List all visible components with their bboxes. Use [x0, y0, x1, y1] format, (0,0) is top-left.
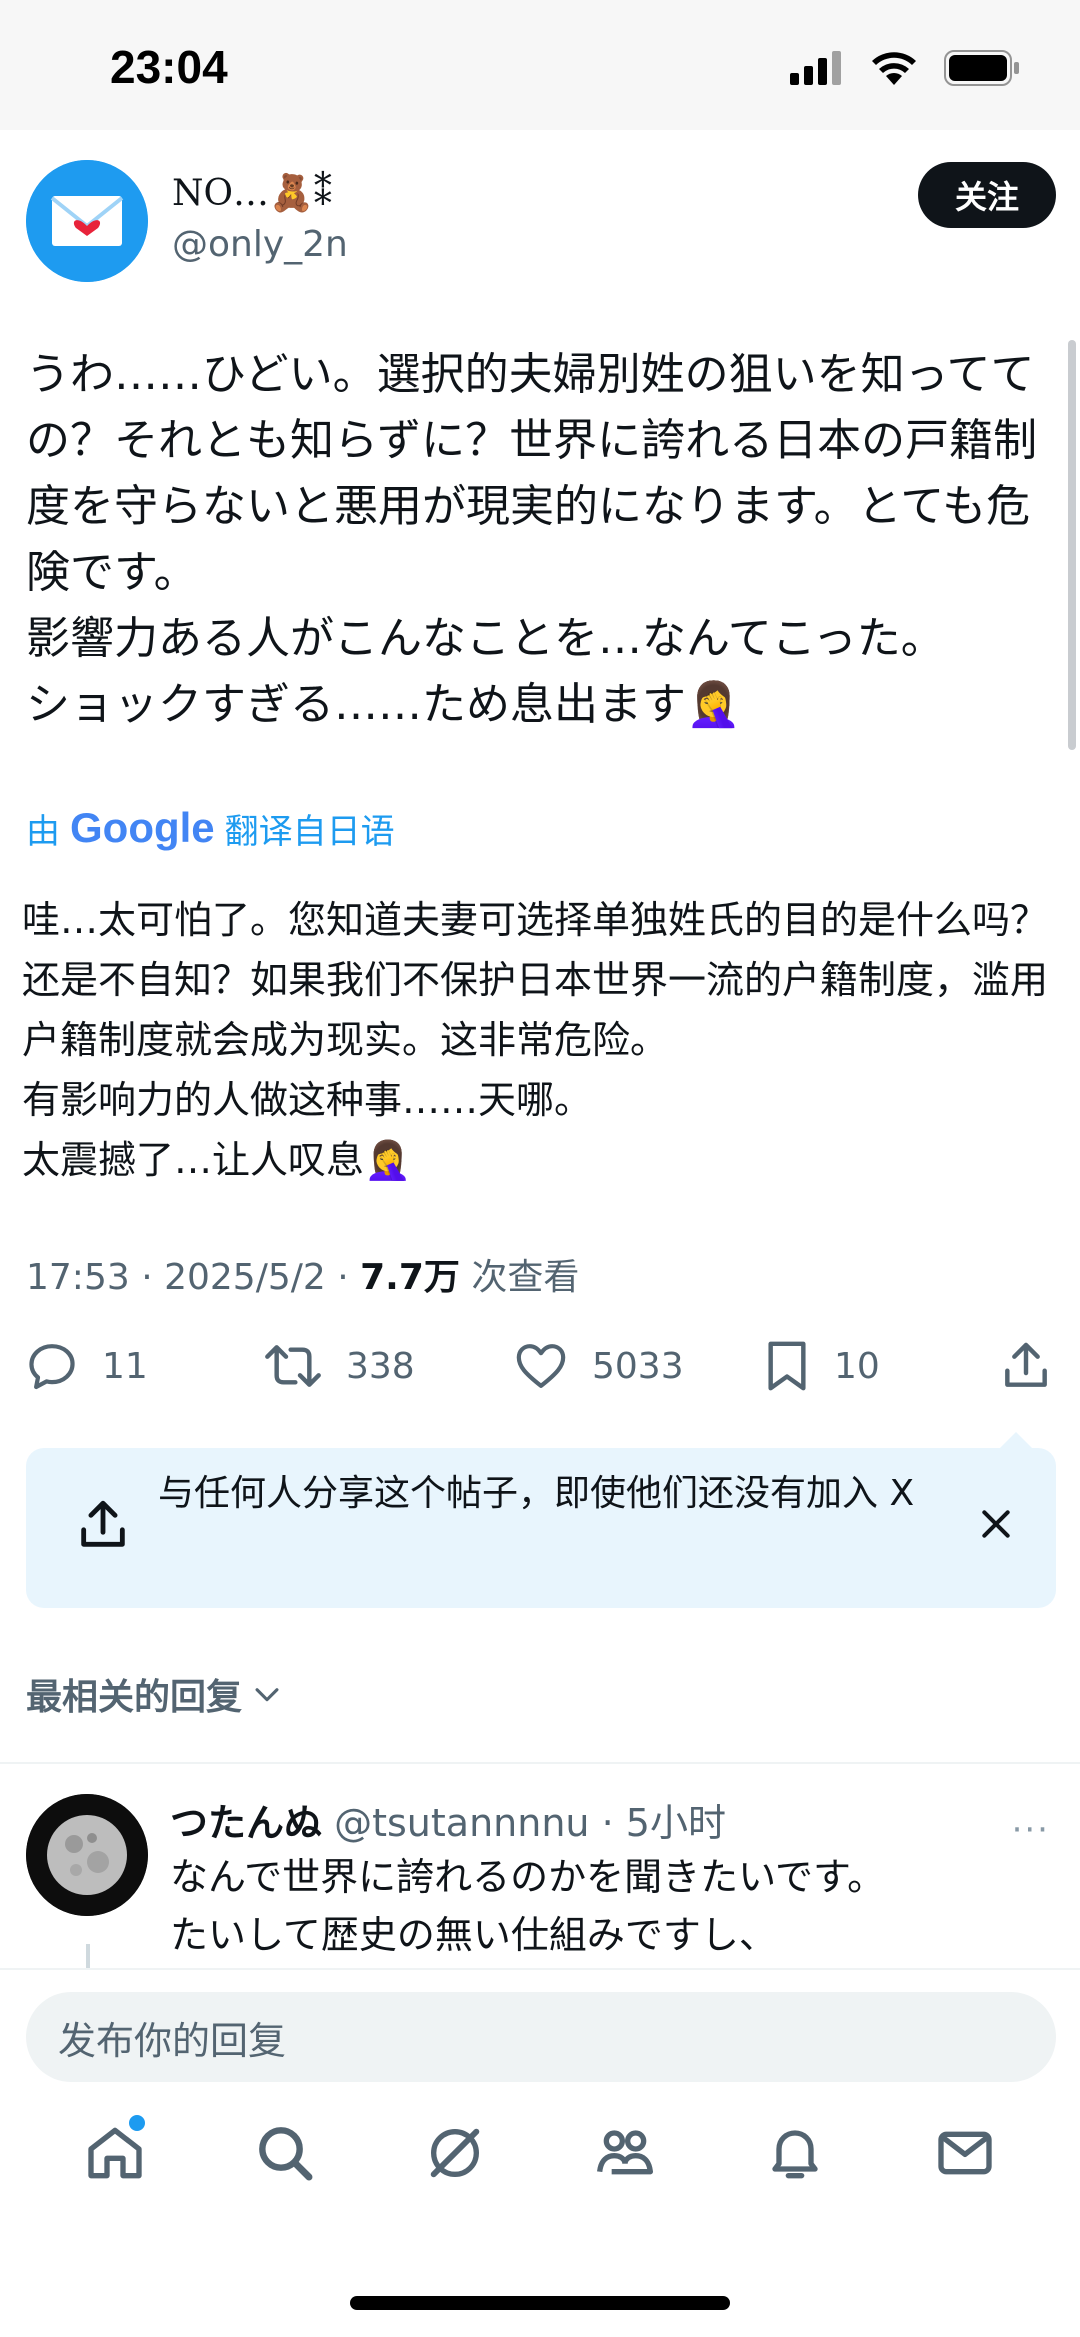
- tweet-time[interactable]: 17:53: [26, 1257, 130, 1298]
- reply-item[interactable]: つたんぬ @tsutannnnu · 5小时 ··· なんで世界に誇れるのかを聞…: [0, 1764, 1080, 1969]
- status-time: 23:04: [110, 41, 228, 93]
- nav-search[interactable]: [245, 2113, 325, 2193]
- views-label: 次查看: [471, 1257, 580, 1298]
- reply-composer: 发布你的回复: [0, 1968, 1080, 2088]
- tweet-text: うわ……ひどい。選択的夫婦別姓の狙いを知ってての？それとも知らずに？世界に誇れる…: [26, 349, 1038, 730]
- view-count: 7.7万: [360, 1257, 460, 1298]
- bookmark-count: 10: [834, 1345, 880, 1387]
- tweet-actions: 11 338 5033 10: [24, 1338, 1060, 1402]
- search-icon: [259, 2127, 313, 2181]
- reply-author-name[interactable]: つたんぬ: [170, 1801, 322, 1845]
- nav-home[interactable]: [75, 2113, 155, 2193]
- notifications-icon: [772, 2130, 818, 2179]
- follow-button[interactable]: 关注: [918, 162, 1056, 228]
- share-banner-text[interactable]: 与任何人分享这个帖子，即使他们还没有加入 X: [158, 1470, 978, 1518]
- battery-icon: [944, 50, 1019, 86]
- retweet-count: 338: [346, 1345, 415, 1387]
- messages-icon: [938, 2131, 992, 2175]
- like-count: 5033: [592, 1345, 684, 1387]
- status-bar: 23:04: [0, 0, 1080, 130]
- envelope-heart-icon: [26, 160, 148, 282]
- communities-icon: [597, 2130, 653, 2175]
- thread-line: [86, 1944, 90, 1969]
- tweet-author: NO…🧸⁑ @only_2n 关注: [26, 160, 1056, 290]
- more-options-icon[interactable]: ···: [1012, 1810, 1050, 1850]
- retweet-button[interactable]: 338: [262, 1338, 415, 1394]
- close-banner-button[interactable]: [976, 1504, 1016, 1548]
- share-banner: 与任何人分享这个帖子，即使他们还没有加入 X: [26, 1432, 1056, 1608]
- share-icon: [1005, 1342, 1047, 1387]
- google-logo: Google: [70, 804, 215, 851]
- like-button[interactable]: 5033: [512, 1338, 684, 1394]
- translate-prefix: 由: [26, 811, 60, 852]
- heart-icon: [516, 1344, 566, 1388]
- reply-time: 5小时: [625, 1801, 726, 1845]
- banner-pointer: [998, 1432, 1034, 1450]
- reply-count: 11: [102, 1345, 148, 1387]
- home-notification-dot: [129, 2115, 145, 2131]
- tweet-date[interactable]: 2025/5/2: [164, 1257, 326, 1298]
- translate-suffix: 翻译自日语: [224, 811, 395, 852]
- nav-grok[interactable]: [415, 2113, 495, 2193]
- author-avatar[interactable]: [26, 160, 148, 282]
- wifi-icon: [872, 52, 916, 85]
- translation-attribution[interactable]: 由 Google 翻译自日语: [26, 800, 395, 856]
- replies-sort-label: 最相关的回复: [26, 1677, 243, 1718]
- author-handle[interactable]: @only_2n: [172, 224, 348, 265]
- reply-text: なんで世界に誇れるのかを聞きたいです。 たいして歴史の無い仕組みですし、: [170, 1855, 886, 1957]
- status-icons: [790, 50, 1020, 86]
- retweet-icon: [265, 1345, 321, 1387]
- share-button[interactable]: [998, 1338, 1054, 1394]
- home-indicator[interactable]: [350, 2296, 730, 2310]
- tweet-meta: 17:53 · 2025/5/2 · 7.7万 次查看: [26, 1257, 580, 1298]
- banner-share-icon: [74, 1496, 132, 1558]
- reply-button[interactable]: 11: [24, 1338, 148, 1394]
- signal-icon: [790, 51, 841, 85]
- close-icon: [982, 1510, 1010, 1538]
- bottom-navigation: [0, 2088, 1080, 2218]
- grok-icon: [430, 2128, 480, 2178]
- reply-header: つたんぬ @tsutannnnu · 5小时: [170, 1801, 726, 1845]
- author-display-name[interactable]: NO…🧸⁑: [172, 172, 332, 214]
- reply-author-handle[interactable]: @tsutannnnu: [334, 1801, 589, 1845]
- chevron-down-icon: [255, 1688, 279, 1702]
- translated-text: 哇…太可怕了。您知道夫妻可选择单独姓氏的目的是什么吗？还是不自知？如果我们不保护…: [22, 898, 1049, 1182]
- bookmark-button[interactable]: 10: [762, 1338, 880, 1394]
- reply-avatar[interactable]: [26, 1794, 148, 1916]
- nav-messages[interactable]: [925, 2113, 1005, 2193]
- nav-communities[interactable]: [585, 2113, 665, 2193]
- moon-avatar-icon: [26, 1794, 148, 1916]
- nav-notifications[interactable]: [755, 2113, 835, 2193]
- bookmark-icon: [768, 1341, 806, 1391]
- reply-icon: [29, 1344, 75, 1390]
- replies-sort-dropdown[interactable]: 最相关的回复: [26, 1668, 284, 1720]
- reply-input[interactable]: 发布你的回复: [26, 1992, 1056, 2082]
- scrollbar[interactable]: [1068, 340, 1076, 750]
